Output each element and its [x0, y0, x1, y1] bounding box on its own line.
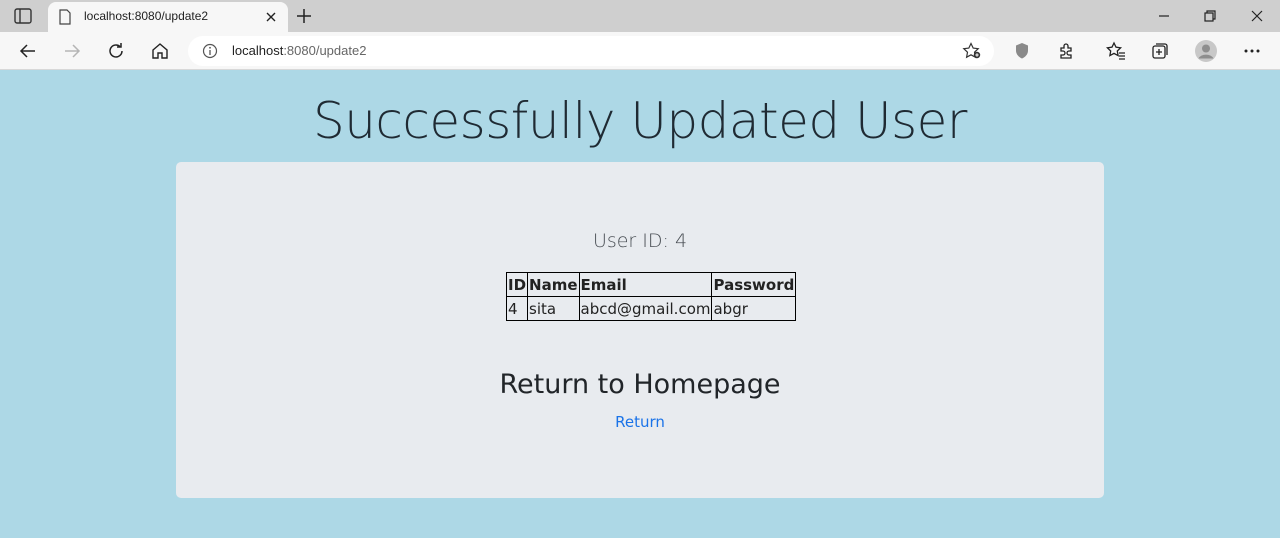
return-heading: Return to Homepage [499, 369, 781, 400]
cell-email: abcd@gmail.com [578, 296, 713, 321]
content-card: User ID: 4 ID Name Email Password 4 sita… [176, 162, 1104, 498]
more-icon[interactable] [1242, 41, 1262, 61]
cell-name: sita [527, 296, 580, 321]
close-window-icon[interactable] [1247, 6, 1267, 26]
browser-toolbar: localhost:8080/update2 [0, 32, 1280, 70]
page-title: Successfully Updated User [312, 92, 968, 150]
header-name: Name [527, 272, 580, 297]
home-icon[interactable] [150, 41, 170, 61]
forward-icon[interactable] [62, 41, 82, 61]
tab-title: localhost:8080/update2 [84, 9, 209, 23]
tab-bar: localhost:8080/update2 [0, 0, 1280, 32]
add-favorite-icon[interactable] [962, 42, 982, 60]
cell-password: abgr [711, 296, 797, 321]
profile-icon[interactable] [1194, 39, 1218, 63]
refresh-icon[interactable] [106, 41, 126, 61]
url-host: localhost [232, 43, 284, 58]
header-password: Password [711, 272, 797, 297]
favorites-icon[interactable] [1106, 41, 1126, 61]
address-bar[interactable]: localhost:8080/update2 [188, 36, 994, 66]
restore-icon[interactable] [1200, 6, 1220, 26]
close-tab-icon[interactable] [264, 10, 278, 24]
browser-tab[interactable]: localhost:8080/update2 [48, 2, 288, 32]
user-table: ID Name Email Password 4 sita abcd@gmail… [505, 272, 797, 321]
extensions-icon[interactable] [1057, 41, 1077, 61]
collections-icon[interactable] [1150, 41, 1170, 61]
url-text[interactable]: localhost:8080/update2 [232, 43, 366, 58]
back-icon[interactable] [18, 41, 38, 61]
cell-id: 4 [505, 296, 529, 321]
info-icon[interactable] [202, 43, 218, 59]
page-icon [59, 9, 71, 25]
header-email: Email [578, 272, 713, 297]
return-link[interactable]: Return [176, 413, 1104, 431]
new-tab-icon[interactable] [294, 7, 314, 25]
user-id-label: User ID: 4 [592, 230, 688, 252]
shield-icon[interactable] [1012, 41, 1032, 61]
header-id: ID [505, 272, 529, 297]
minimize-icon[interactable] [1154, 6, 1174, 26]
table-header-row: ID Name Email Password [505, 272, 797, 297]
url-path: :8080/update2 [283, 43, 367, 58]
tab-actions-icon[interactable] [14, 8, 32, 24]
table-row: 4 sita abcd@gmail.com abgr [505, 296, 797, 321]
